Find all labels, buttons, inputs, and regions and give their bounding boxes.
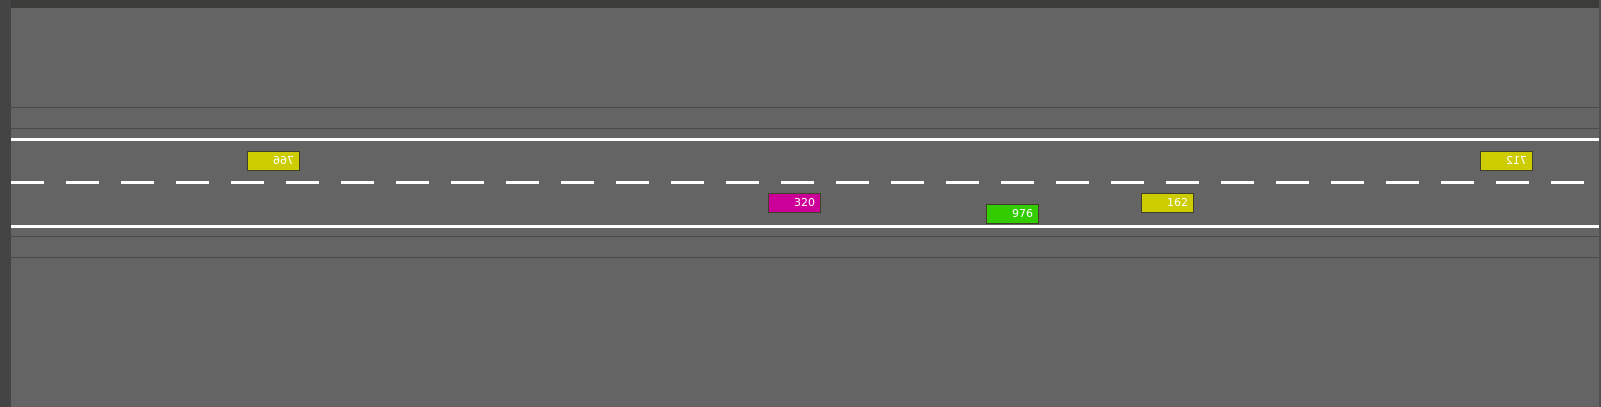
road-edge-line-outer-top xyxy=(11,107,1599,108)
vehicle-320[interactable]: 320 xyxy=(768,193,821,213)
road-edge-line-inner-top xyxy=(11,128,1599,129)
vehicle-label: 976 xyxy=(1012,207,1033,220)
vehicle-label: 162 xyxy=(1167,196,1188,209)
simulation-window: 766 712 320 976 162 xyxy=(0,0,1601,407)
road-edge-line-inner-bottom xyxy=(11,236,1599,237)
window-left-border xyxy=(0,0,11,407)
vehicle-162[interactable]: 162 xyxy=(1141,193,1194,213)
vehicle-label: 766 xyxy=(273,154,294,167)
vehicle-label: 712 xyxy=(1506,154,1527,167)
vehicle-712[interactable]: 712 xyxy=(1480,151,1533,171)
vehicle-766[interactable]: 766 xyxy=(247,151,300,171)
vehicle-976[interactable]: 976 xyxy=(986,204,1039,224)
lane-divider-dashed xyxy=(11,181,1599,184)
road-edge-line-outer-bottom xyxy=(11,257,1599,258)
lane-boundary-top xyxy=(11,138,1599,141)
lane-boundary-bottom xyxy=(11,225,1599,228)
vehicle-label: 320 xyxy=(794,196,815,209)
window-title-bar xyxy=(0,0,1601,8)
road-canvas: 766 712 320 976 162 xyxy=(11,8,1599,407)
